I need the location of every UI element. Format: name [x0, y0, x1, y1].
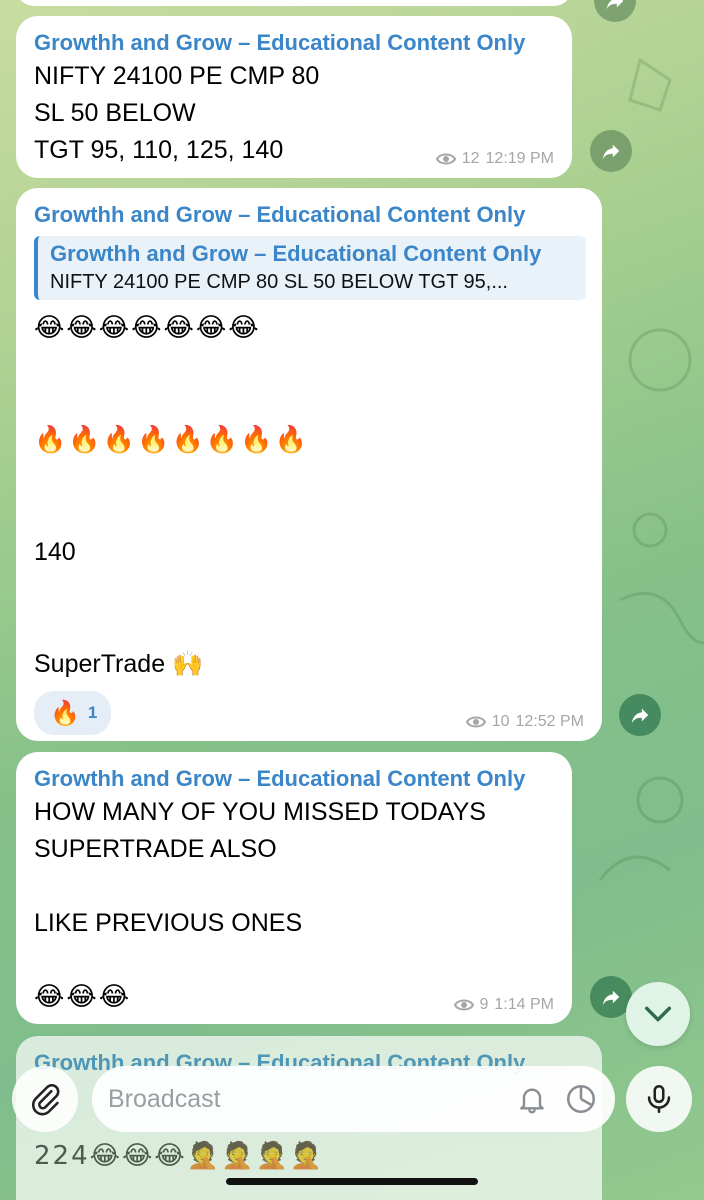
message-meta: 9 1:14 PM — [453, 996, 554, 1014]
paperclip-icon — [31, 1084, 60, 1116]
timer-icon[interactable] — [564, 1082, 598, 1116]
attach-button[interactable] — [12, 1066, 78, 1132]
eye-icon — [465, 716, 486, 728]
eye-icon — [435, 153, 456, 165]
forward-arrow-icon — [606, 0, 624, 10]
message-time: 1:14 PM — [494, 996, 554, 1013]
message-text-line: SUPERTRADE ALSO — [34, 835, 277, 863]
forward-arrow-icon — [631, 708, 649, 724]
view-count: 10 — [491, 713, 510, 730]
message-text-line: HOW MANY OF YOU MISSED TODAYS — [34, 798, 486, 826]
sender-name[interactable]: Growthh and Grow – Educational Content O… — [34, 200, 584, 230]
emoji-row: 🔥🔥🔥🔥🔥🔥🔥🔥 — [34, 425, 309, 455]
message-time: 12:52 PM — [515, 713, 584, 730]
message-input-pill — [92, 1066, 615, 1132]
forward-button[interactable] — [619, 694, 661, 736]
forward-arrow-icon — [602, 144, 620, 160]
reply-sender: Growthh and Grow – Educational Content O… — [50, 241, 542, 266]
reaction-count: 1 — [87, 703, 98, 722]
message-meta: 12 12:19 PM — [435, 150, 554, 168]
home-indicator — [226, 1178, 478, 1185]
sender-name[interactable]: Growthh and Grow – Educational Content O… — [34, 28, 554, 58]
message-meta: 10 12:52 PM — [465, 713, 584, 731]
message-time: 12:19 PM — [485, 150, 554, 167]
composer-bar — [0, 1062, 704, 1138]
sender-name[interactable]: Growthh and Grow – Educational Content O… — [34, 764, 554, 794]
emoji-row: 😂😂😂😂😂😂😂 — [34, 313, 261, 343]
eye-icon — [453, 999, 474, 1011]
forward-button[interactable] — [590, 130, 632, 172]
forward-arrow-icon — [602, 990, 620, 1006]
reaction-chip[interactable]: 🔥 1 — [34, 691, 112, 735]
reply-text: NIFTY 24100 PE CMP 80 SL 50 BELOW TGT 95… — [50, 271, 508, 293]
message-bubble-partial-top — [16, 0, 572, 6]
message-bubble[interactable]: Growthh and Grow – Educational Content O… — [16, 752, 572, 1024]
voice-message-button[interactable] — [626, 1066, 692, 1132]
reply-quote[interactable]: Growthh and Grow – Educational Content O… — [34, 236, 586, 300]
message-bubble[interactable]: Growthh and Grow – Educational Content O… — [16, 16, 572, 178]
bell-icon[interactable] — [516, 1083, 548, 1115]
view-count: 9 — [479, 996, 489, 1013]
message-text-line: SuperTrade 🙌 — [34, 650, 204, 678]
reaction-emoji: 🔥 — [50, 699, 80, 727]
message-text-line: SL 50 BELOW — [34, 99, 196, 127]
message-text-line: 224😂😂😂🤦🤦🤦🤦 — [34, 1141, 325, 1171]
chevron-down-icon — [644, 1006, 672, 1022]
message-text-line: 140 — [34, 538, 76, 566]
forward-button[interactable] — [594, 0, 636, 22]
broadcast-input[interactable] — [108, 1084, 498, 1114]
view-count: 12 — [461, 150, 480, 167]
message-text-line: LIKE PREVIOUS ONES — [34, 909, 303, 937]
microphone-icon — [647, 1084, 671, 1114]
message-bubble[interactable]: Growthh and Grow – Educational Content O… — [16, 188, 602, 741]
scroll-to-bottom-button[interactable] — [626, 982, 690, 1046]
message-text-line: NIFTY 24100 PE CMP 80 — [34, 62, 320, 90]
